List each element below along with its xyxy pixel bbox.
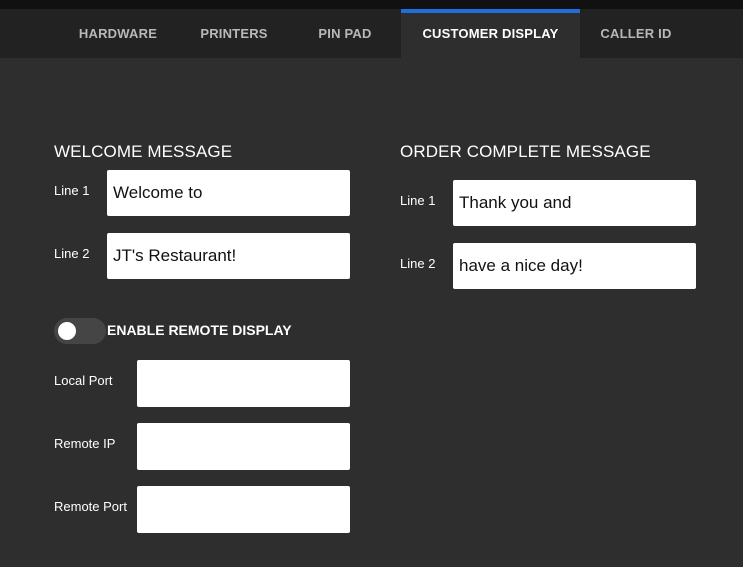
welcome-line2-label: Line 2 xyxy=(54,246,90,261)
order-complete-line1-input[interactable] xyxy=(453,180,696,226)
remote-port-input[interactable] xyxy=(137,486,350,533)
tab-pin-pad[interactable]: PIN PAD xyxy=(290,9,400,58)
order-complete-line2-label: Line 2 xyxy=(400,256,436,271)
top-strip xyxy=(0,0,743,9)
tab-customer-display[interactable]: CUSTOMER DISPLAY xyxy=(401,9,580,58)
tab-printers[interactable]: PRINTERS xyxy=(180,9,288,58)
tab-hardware[interactable]: HARDWARE xyxy=(58,9,178,58)
local-port-input[interactable] xyxy=(137,360,350,407)
enable-remote-display-toggle[interactable] xyxy=(54,318,106,344)
welcome-message-title: WELCOME MESSAGE xyxy=(54,142,233,161)
tab-caller-id[interactable]: CALLER ID xyxy=(581,9,691,58)
welcome-line1-label: Line 1 xyxy=(54,183,90,198)
welcome-line2-input[interactable] xyxy=(107,233,350,279)
remote-ip-input[interactable] xyxy=(137,423,350,470)
toggle-knob xyxy=(58,322,76,340)
local-port-label: Local Port xyxy=(54,373,113,388)
order-complete-message-title: ORDER COMPLETE MESSAGE xyxy=(400,142,651,161)
remote-port-label: Remote Port xyxy=(54,499,127,514)
order-complete-line2-input[interactable] xyxy=(453,243,696,289)
welcome-line1-input[interactable] xyxy=(107,170,350,216)
tab-bar: HARDWARE PRINTERS PIN PAD CUSTOMER DISPL… xyxy=(0,9,743,58)
remote-ip-label: Remote IP xyxy=(54,436,116,451)
enable-remote-display-label: ENABLE REMOTE DISPLAY xyxy=(107,322,292,338)
order-complete-line1-label: Line 1 xyxy=(400,193,436,208)
